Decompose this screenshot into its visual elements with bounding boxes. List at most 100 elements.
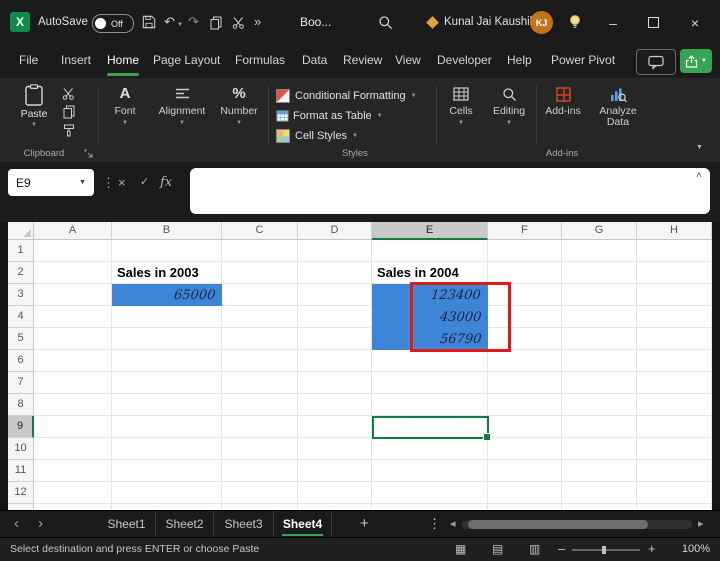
row-header-1[interactable]: 1 <box>8 240 34 262</box>
share-button[interactable]: ▼ <box>680 49 712 73</box>
tab-page-layout[interactable]: Page Layout <box>150 45 223 78</box>
enter-icon[interactable]: ✓ <box>140 169 149 196</box>
more-options-icon[interactable]: ⋮ <box>102 169 115 196</box>
sheet-nav-left-icon[interactable]: ‹ <box>14 511 19 538</box>
format-as-table-button[interactable]: Format as Table ▼ <box>276 107 383 125</box>
cut-icon[interactable] <box>62 87 75 100</box>
zoom-slider-thumb[interactable] <box>602 546 606 554</box>
tab-formulas[interactable]: Formulas <box>232 45 288 78</box>
sheet-tab-sheet2[interactable]: Sheet2 <box>156 511 214 538</box>
save-icon[interactable] <box>142 15 156 29</box>
insert-function-button[interactable]: fx <box>160 169 172 196</box>
add-sheet-button[interactable]: + <box>360 511 369 538</box>
formula-input[interactable]: ˄ <box>190 168 710 214</box>
undo-icon[interactable]: ↶ <box>164 0 175 45</box>
horizontal-scrollbar[interactable] <box>462 520 692 529</box>
paste-button[interactable]: Paste ▼ <box>12 84 56 128</box>
tab-power-pivot[interactable]: Power Pivot <box>548 45 618 78</box>
analyze-data-button[interactable]: Analyze Data <box>592 85 644 128</box>
redo-icon[interactable]: ↷ <box>188 0 199 45</box>
cell-b3[interactable]: 65000 <box>112 284 222 306</box>
row-header-8[interactable]: 8 <box>8 394 34 416</box>
column-header-c[interactable]: C <box>222 222 298 240</box>
row-header-12[interactable]: 12 <box>8 482 34 504</box>
column-header-d[interactable]: D <box>298 222 372 240</box>
collapse-ribbon-icon[interactable]: ▼ <box>696 144 703 151</box>
tab-review[interactable]: Review <box>340 45 385 78</box>
scroll-right-icon[interactable]: ▸ <box>698 511 704 538</box>
column-header-g[interactable]: G <box>562 222 637 240</box>
sheet-tab-sheet1[interactable]: Sheet1 <box>98 511 156 538</box>
alignment-group-button[interactable]: Alignment ▼ <box>154 85 210 126</box>
lightbulb-icon[interactable] <box>568 14 582 30</box>
column-header-e[interactable]: E <box>372 222 488 240</box>
editing-group-button[interactable]: Editing ▼ <box>486 85 532 126</box>
column-header-a[interactable]: A <box>34 222 112 240</box>
number-group-button[interactable]: % Number ▼ <box>214 85 264 126</box>
scrollbar-thumb[interactable] <box>468 520 648 529</box>
name-box[interactable]: E9 ▼ <box>8 169 94 196</box>
row-header-6[interactable]: 6 <box>8 350 34 372</box>
minimize-button[interactable]: – <box>596 0 630 45</box>
font-group-button[interactable]: A Font ▼ <box>102 85 148 126</box>
row-header-11[interactable]: 11 <box>8 460 34 482</box>
copy-icon[interactable] <box>210 16 222 30</box>
normal-view-icon[interactable]: ▦ <box>455 538 466 561</box>
worksheet-grid[interactable]: A B C D E F G H 1 2 3 4 5 6 7 8 9 10 11 … <box>8 222 712 510</box>
sheet-tab-sheet4[interactable]: Sheet4 <box>274 511 332 538</box>
page-layout-view-icon[interactable]: ▤ <box>492 538 503 561</box>
row-header-3[interactable]: 3 <box>8 284 34 306</box>
undo-dropdown-icon[interactable]: ▼ <box>177 0 183 45</box>
cut-icon[interactable] <box>232 16 245 29</box>
row-header-2[interactable]: 2 <box>8 262 34 284</box>
user-name[interactable]: Kunal Jai Kaushik <box>444 0 535 45</box>
cell-e2[interactable]: Sales in 2004 <box>372 262 488 284</box>
sheet-nav-right-icon[interactable]: › <box>38 511 43 538</box>
tab-home[interactable]: Home <box>104 45 142 78</box>
tab-view[interactable]: View <box>392 45 424 78</box>
user-avatar[interactable]: KJ <box>530 11 553 34</box>
scroll-left-icon[interactable]: ◂ <box>450 511 456 538</box>
select-all-corner[interactable] <box>8 222 34 240</box>
row-header-9[interactable]: 9 <box>8 416 34 438</box>
cancel-icon[interactable]: × <box>118 169 126 196</box>
conditional-formatting-button[interactable]: Conditional Formatting ▼ <box>276 87 417 105</box>
overflow-icon[interactable]: » <box>254 0 261 45</box>
selected-cell-e9[interactable] <box>372 416 491 441</box>
group-separator <box>536 86 537 144</box>
excel-logo-icon[interactable]: X <box>10 12 30 32</box>
tab-insert[interactable]: Insert <box>58 45 94 78</box>
row-header-4[interactable]: 4 <box>8 306 34 328</box>
cell-styles-button[interactable]: Cell Styles ▼ <box>276 127 358 145</box>
cell-b2[interactable]: Sales in 2003 <box>112 262 222 284</box>
addins-button[interactable]: Add-ins <box>540 85 586 117</box>
row-header-7[interactable]: 7 <box>8 372 34 394</box>
zoom-level[interactable]: 100% <box>682 538 710 561</box>
sheet-options-icon[interactable]: ⋮ <box>428 511 441 538</box>
copy-icon[interactable] <box>63 105 75 119</box>
zoom-out-icon[interactable]: – <box>558 538 565 561</box>
tab-help[interactable]: Help <box>504 45 535 78</box>
cells-group-button[interactable]: Cells ▼ <box>440 85 482 126</box>
fill-handle[interactable] <box>483 433 491 441</box>
row-header-10[interactable]: 10 <box>8 438 34 460</box>
search-icon[interactable] <box>378 15 393 30</box>
row-header-5[interactable]: 5 <box>8 328 34 350</box>
zoom-in-icon[interactable]: + <box>648 538 656 561</box>
column-header-f[interactable]: F <box>488 222 562 240</box>
tab-file[interactable]: File <box>16 45 41 78</box>
tab-developer[interactable]: Developer <box>434 45 495 78</box>
zoom-slider[interactable] <box>572 546 640 554</box>
autosave-toggle[interactable]: Off <box>92 14 134 33</box>
close-button[interactable]: × <box>678 0 712 45</box>
collapse-formula-bar-icon[interactable]: ˄ <box>696 170 702 181</box>
page-break-view-icon[interactable]: ▥ <box>529 538 540 561</box>
dialog-launcher-icon[interactable] <box>84 149 93 158</box>
format-painter-icon[interactable] <box>63 124 75 137</box>
column-header-h[interactable]: H <box>637 222 712 240</box>
sheet-tab-sheet3[interactable]: Sheet3 <box>214 511 274 538</box>
column-header-b[interactable]: B <box>112 222 222 240</box>
tab-data[interactable]: Data <box>299 45 330 78</box>
maximize-button[interactable] <box>636 0 670 45</box>
comment-button[interactable] <box>636 49 676 75</box>
